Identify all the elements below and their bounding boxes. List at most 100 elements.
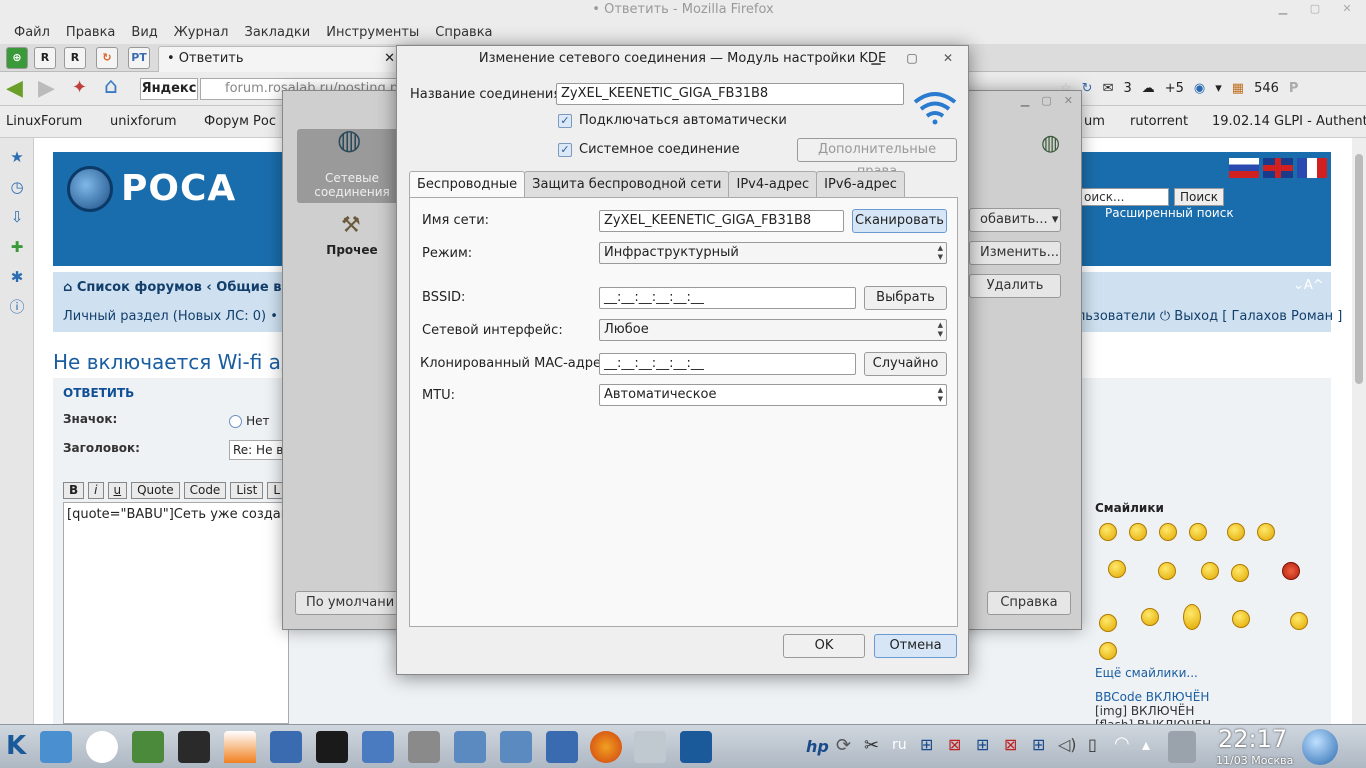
smiley-icon[interactable] xyxy=(1227,523,1245,541)
vlc-icon[interactable] xyxy=(224,731,256,763)
net-connections-category[interactable]: ◍ Сетевые соединения xyxy=(297,126,407,203)
pinned-tab-recycle-icon[interactable]: ↻ xyxy=(96,47,118,69)
pinned-tab-r2-icon[interactable]: R xyxy=(64,47,86,69)
system-conn-checkbox[interactable]: ✓ xyxy=(558,143,572,157)
more-smilies-link[interactable]: Ещё смайлики... xyxy=(1095,666,1198,680)
italic-button[interactable]: i xyxy=(88,482,104,499)
smiley-icon[interactable] xyxy=(1201,562,1219,580)
bold-button[interactable]: B xyxy=(63,482,85,499)
conn-name-input[interactable]: ZyXEL_KEENETIC_GIGA_FB31B8 xyxy=(556,83,904,105)
smiley-icon[interactable] xyxy=(1108,560,1126,578)
battery-icon[interactable]: ▯ xyxy=(1088,735,1097,754)
scroll-thumb[interactable] xyxy=(1355,154,1363,384)
smiley-icon[interactable] xyxy=(1232,610,1250,628)
font-size-control[interactable]: ⌄A^ xyxy=(1293,278,1324,293)
wifi-tray-icon[interactable]: ◠ xyxy=(1114,733,1130,754)
smiley-icon[interactable] xyxy=(1141,608,1159,626)
maximize-icon[interactable]: ▢ xyxy=(1041,94,1051,107)
settings-icon[interactable] xyxy=(408,731,440,763)
spin-arrows-icon[interactable]: ▲ ▼ xyxy=(938,386,943,404)
smiley-icon[interactable] xyxy=(1099,642,1117,660)
home-icon[interactable]: ⌂ xyxy=(104,74,118,99)
flag-ru-icon[interactable] xyxy=(1229,158,1259,178)
maximize-icon[interactable]: ▢ xyxy=(900,49,924,67)
radio-none[interactable]: Нет xyxy=(229,414,270,429)
advanced-search-link[interactable]: Расширенный поиск xyxy=(1105,206,1234,220)
smiley-icon[interactable] xyxy=(1099,523,1117,541)
delete-button[interactable]: Удалить xyxy=(969,274,1061,298)
yandex-search[interactable]: Яндекс xyxy=(140,78,198,100)
smiley-icon[interactable] xyxy=(1158,562,1176,580)
maximize-icon[interactable]: ▢ xyxy=(1304,2,1326,18)
reload-icon[interactable]: ↻ xyxy=(1082,78,1093,100)
folder-icon[interactable] xyxy=(454,731,486,763)
search-input[interactable]: оиск... xyxy=(1081,188,1169,206)
menu-view[interactable]: Вид xyxy=(123,22,165,44)
firefox-icon[interactable] xyxy=(590,731,622,763)
rosa-logo-icon[interactable] xyxy=(1302,729,1338,765)
back-icon[interactable]: ◀ xyxy=(6,76,23,101)
history-icon[interactable]: ◷ xyxy=(0,172,34,202)
subject-input[interactable]: Re: Не в xyxy=(229,440,289,460)
menu-tools[interactable]: Инструменты xyxy=(318,22,427,44)
scan-button[interactable]: Сканировать xyxy=(852,209,947,233)
smiley-icon[interactable] xyxy=(1257,523,1275,541)
flag-fr-icon[interactable] xyxy=(1297,158,1327,178)
scrollbar[interactable] xyxy=(1352,138,1366,724)
user-nav[interactable]: Личный раздел (Новых ЛС: 0) • В xyxy=(63,309,291,324)
minimize-icon[interactable]: ▁ xyxy=(1021,94,1029,107)
ok-button[interactable]: OK xyxy=(783,634,865,658)
volume-icon[interactable]: ◁) xyxy=(1058,735,1077,754)
search-button[interactable]: Поиск xyxy=(1174,188,1224,206)
smiley-icon[interactable] xyxy=(1159,523,1177,541)
tab-ipv6[interactable]: IPv6-адрес xyxy=(816,171,905,197)
message-editor[interactable]: [quote="BABU"]Сеть уже создана, ро xyxy=(63,502,289,724)
kde-launcher-icon[interactable]: K xyxy=(6,731,26,761)
forward-icon[interactable]: ▶ xyxy=(38,76,55,101)
addon-icon[interactable]: ◉ xyxy=(1194,78,1205,100)
help-button[interactable]: Справка xyxy=(987,591,1071,615)
cancel-button[interactable]: Отмена xyxy=(874,634,957,658)
radio-icon[interactable] xyxy=(229,415,242,428)
rocket-icon[interactable]: ✦ xyxy=(72,77,87,98)
terminal-icon[interactable] xyxy=(316,731,348,763)
mode-select[interactable]: Инфраструктурный ▲ ▼ xyxy=(599,242,947,264)
clock[interactable]: 22:17 xyxy=(1218,725,1287,753)
pinned-tab-pt-icon[interactable]: PT xyxy=(128,47,150,69)
logout-link[interactable]: ользователи ⏻ Выход [ Галахов Роман ] xyxy=(1069,309,1342,324)
mail-icon[interactable]: ✉ xyxy=(1103,78,1114,100)
ssid-input[interactable]: ZyXEL_KEENETIC_GIGA_FB31B8 xyxy=(599,210,844,232)
bbcode-status[interactable]: BBCode ВКЛЮЧЁН xyxy=(1095,690,1209,704)
addon-puzzle-icon[interactable]: ✚ xyxy=(0,232,34,262)
pinned-tab-r1-icon[interactable]: R xyxy=(34,47,56,69)
tab-wireless-security[interactable]: Защита беспроводной сети xyxy=(524,171,730,197)
linux-penguin-icon[interactable] xyxy=(86,731,118,763)
activity-icon[interactable] xyxy=(270,731,302,763)
keyboard-layout[interactable]: ru xyxy=(892,737,907,753)
bssid-input[interactable]: __:__:__:__:__:__ xyxy=(599,287,856,309)
underline-button[interactable]: u xyxy=(107,482,128,499)
home-icon[interactable]: ⌂ xyxy=(63,280,77,295)
bookmark-linuxforum[interactable]: LinuxForum xyxy=(6,114,82,129)
edit-button[interactable]: Изменить... xyxy=(969,241,1061,265)
mac-input[interactable]: __:__:__:__:__:__ xyxy=(599,353,856,375)
close-icon[interactable]: ✕ xyxy=(1336,2,1358,18)
menu-help[interactable]: Справка xyxy=(427,22,500,44)
bookmark-star-icon[interactable]: ★ xyxy=(0,142,34,172)
smiley-icon[interactable] xyxy=(1231,564,1249,582)
menu-file[interactable]: Файл xyxy=(6,22,58,44)
gear-icon[interactable]: ✱ xyxy=(0,262,34,292)
bookmark-forum[interactable]: um xyxy=(1084,114,1105,129)
tab-wireless[interactable]: Беспроводные xyxy=(409,171,526,198)
network-tray-icon[interactable]: ⊞ xyxy=(920,735,933,754)
code-button[interactable]: Code xyxy=(183,482,227,499)
random-mac-button[interactable]: Случайно xyxy=(864,352,947,376)
tab-close-icon[interactable]: ✕ xyxy=(384,47,395,71)
network-icon[interactable] xyxy=(362,731,394,763)
flag-uk-icon[interactable] xyxy=(1263,158,1293,178)
gift-icon[interactable]: ▦ xyxy=(1232,78,1244,100)
smiley-icon[interactable] xyxy=(1099,614,1117,632)
defaults-button[interactable]: По умолчани xyxy=(295,591,399,615)
hp-icon[interactable]: hp xyxy=(806,737,829,756)
menu-bookmarks[interactable]: Закладки xyxy=(237,22,319,44)
